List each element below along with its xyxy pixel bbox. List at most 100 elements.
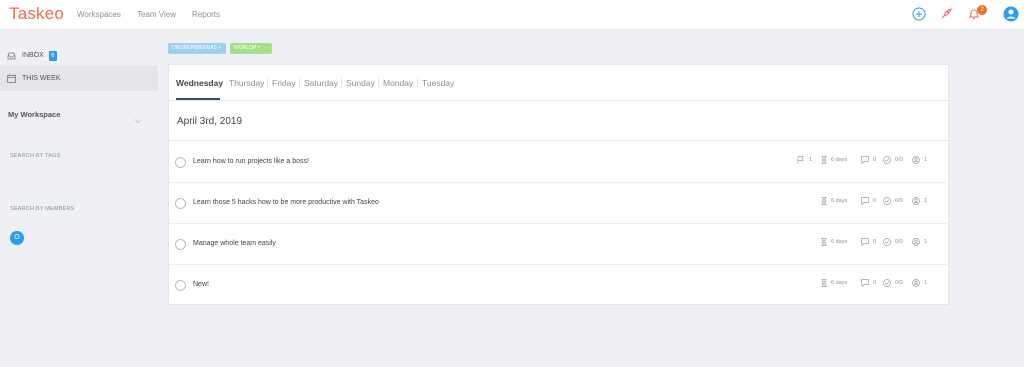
- task-complete-checkbox[interactable]: [175, 198, 186, 209]
- task-comments: 0: [861, 197, 876, 205]
- tab-divider: [267, 78, 268, 88]
- task-members: 1: [912, 156, 927, 164]
- nav-workspaces[interactable]: Workspaces: [77, 10, 121, 19]
- notification-badge: 2: [977, 5, 987, 15]
- workspace-title[interactable]: My Workspace: [8, 110, 60, 119]
- task-row[interactable]: New! 6 days 0 0/0 1: [169, 265, 948, 306]
- tag-label: ONLINEPIMEEMAS: [172, 45, 218, 51]
- date-heading: April 3rd, 2019: [177, 116, 243, 127]
- week-card: Wednesday Thursday Friday Saturday Sunda…: [168, 64, 949, 305]
- checklist-progress: 0/0: [895, 239, 903, 245]
- comment-icon: [861, 238, 869, 246]
- checklist-icon: [883, 279, 891, 287]
- task-complete-checkbox[interactable]: [175, 157, 186, 168]
- member-avatar[interactable]: O: [10, 231, 24, 245]
- member-count: 1: [924, 157, 928, 163]
- member-icon: [912, 156, 920, 164]
- search-by-members-label[interactable]: SEARCH BY MEMBERS: [10, 206, 74, 212]
- task-duration: 6 days: [821, 156, 847, 164]
- tag-remove-icon[interactable]: ×: [218, 45, 221, 51]
- checklist-progress: 0/0: [895, 280, 903, 286]
- tab-divider: [378, 78, 379, 88]
- hourglass-icon: [821, 279, 827, 287]
- tab-thursday[interactable]: Thursday: [229, 78, 264, 88]
- comment-count: 0: [873, 239, 877, 245]
- checklist-icon: [883, 197, 891, 205]
- hourglass-icon: [821, 238, 827, 246]
- task-title[interactable]: Learn how to run projects like a boss!: [193, 158, 309, 165]
- task-members: 1: [912, 279, 927, 287]
- active-tab-indicator: [176, 98, 220, 100]
- task-flags: 1: [797, 156, 812, 164]
- task-members: 1: [912, 197, 927, 205]
- user-avatar-icon[interactable]: [1002, 5, 1020, 23]
- inbox-icon: [7, 52, 16, 59]
- rocket-icon[interactable]: [938, 6, 954, 22]
- member-icon: [912, 197, 920, 205]
- tab-divider: [299, 78, 300, 88]
- task-comments: 0: [861, 156, 876, 164]
- tab-wednesday[interactable]: Wednesday: [176, 78, 223, 88]
- sidebar-item-label: INBOX: [22, 52, 44, 59]
- member-icon: [912, 279, 920, 287]
- day-tabs: Wednesday Thursday Friday Saturday Sunda…: [169, 65, 948, 101]
- flag-icon: [797, 156, 804, 164]
- comment-count: 0: [873, 157, 877, 163]
- tag-remove-icon[interactable]: ×: [258, 45, 261, 51]
- duration-value: 6 days: [831, 198, 848, 204]
- task-title[interactable]: Learn those 5 hacks how to be more produ…: [193, 199, 379, 206]
- task-title[interactable]: Manage whole team easily: [193, 240, 276, 247]
- task-comments: 0: [861, 279, 876, 287]
- comment-icon: [861, 197, 869, 205]
- task-checklist: 0/0: [883, 197, 903, 205]
- task-row[interactable]: Learn how to run projects like a boss! 1…: [169, 142, 948, 183]
- task-row[interactable]: Manage whole team easily 6 days 0 0/0 1: [169, 224, 948, 265]
- hourglass-icon: [821, 197, 827, 205]
- task-comments: 0: [861, 238, 876, 246]
- task-checklist: 0/0: [883, 238, 903, 246]
- tab-monday[interactable]: Monday: [383, 78, 413, 88]
- sidebar-item-this-week[interactable]: THIS WEEK: [0, 66, 158, 91]
- task-complete-checkbox[interactable]: [175, 239, 186, 250]
- member-count: 1: [924, 198, 928, 204]
- checklist-icon: [883, 156, 891, 164]
- top-bar: Taskeo Workspaces Team View Reports 2: [0, 0, 1024, 30]
- tab-divider: [341, 78, 342, 88]
- checklist-icon: [883, 238, 891, 246]
- hourglass-icon: [821, 156, 827, 164]
- nav-team-view[interactable]: Team View: [137, 10, 176, 19]
- task-checklist: 0/0: [883, 279, 903, 287]
- comment-count: 0: [873, 198, 877, 204]
- task-row[interactable]: Learn those 5 hacks how to be more produ…: [169, 183, 948, 224]
- sidebar-item-inbox[interactable]: INBOX 6: [0, 43, 158, 68]
- comment-icon: [861, 279, 869, 287]
- nav-reports[interactable]: Reports: [192, 10, 220, 19]
- search-by-tags-label[interactable]: SEARCH BY TAGS: [10, 153, 60, 159]
- tag-label: WORLOP: [234, 45, 257, 51]
- member-count: 1: [924, 239, 928, 245]
- tab-saturday[interactable]: Saturday: [304, 78, 338, 88]
- member-count: 1: [924, 280, 928, 286]
- task-title[interactable]: New!: [193, 281, 209, 288]
- tab-sunday[interactable]: Sunday: [346, 78, 375, 88]
- sidebar-item-label: THIS WEEK: [22, 75, 61, 82]
- task-duration: 6 days: [821, 279, 847, 287]
- calendar-icon: [7, 74, 16, 83]
- comment-count: 0: [873, 280, 877, 286]
- inbox-count-badge: 6: [48, 50, 57, 61]
- task-duration: 6 days: [821, 197, 847, 205]
- checklist-progress: 0/0: [895, 198, 903, 204]
- tag-filter[interactable]: ONLINEPIMEEMAS ×: [168, 43, 226, 54]
- tag-filter[interactable]: WORLOP ×: [230, 43, 272, 54]
- duration-value: 6 days: [831, 157, 848, 163]
- tab-tuesday[interactable]: Tuesday: [422, 78, 454, 88]
- chevron-down-icon[interactable]: [134, 111, 142, 129]
- task-complete-checkbox[interactable]: [175, 280, 186, 291]
- task-checklist: 0/0: [883, 156, 903, 164]
- duration-value: 6 days: [831, 239, 848, 245]
- member-icon: [912, 238, 920, 246]
- add-icon[interactable]: [911, 6, 927, 22]
- tab-friday[interactable]: Friday: [272, 78, 296, 88]
- flag-count: 1: [809, 157, 813, 163]
- app-logo[interactable]: Taskeo: [9, 4, 64, 24]
